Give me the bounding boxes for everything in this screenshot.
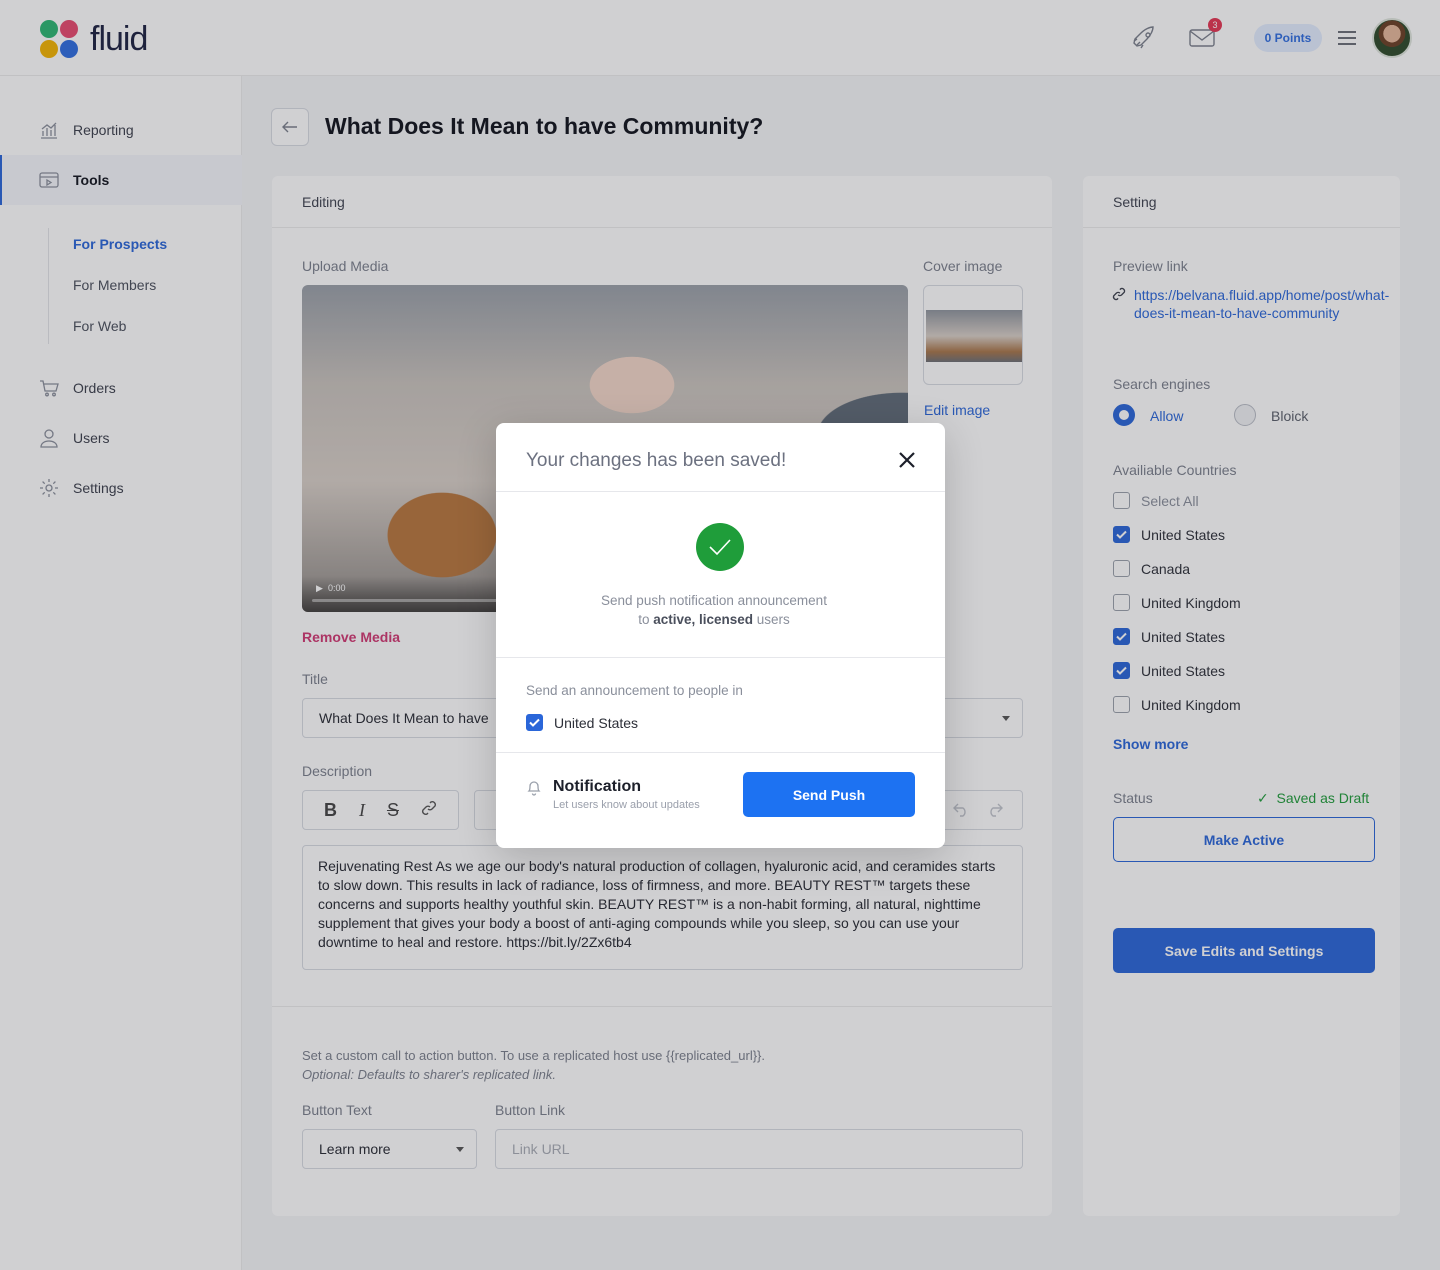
saved-modal: Your changes has been saved! Send push n… [496, 423, 945, 848]
divider [496, 657, 945, 658]
bell-icon [527, 781, 541, 796]
modal-message: Send push notification announcement to a… [601, 593, 827, 627]
announce-label: Send an announcement to people in [526, 683, 743, 698]
divider [496, 752, 945, 753]
close-icon[interactable] [896, 449, 918, 471]
notification-title: Notification [553, 778, 641, 795]
notification-subtitle: Let users know about updates [553, 799, 700, 811]
success-check-icon [696, 523, 744, 571]
announce-country-label: United States [554, 715, 639, 731]
divider [496, 491, 945, 492]
send-push-button[interactable]: Send Push [743, 772, 915, 817]
checkbox-announce-country[interactable] [526, 714, 543, 731]
check-icon [529, 718, 540, 727]
modal-title: Your changes has been saved! [526, 450, 787, 471]
